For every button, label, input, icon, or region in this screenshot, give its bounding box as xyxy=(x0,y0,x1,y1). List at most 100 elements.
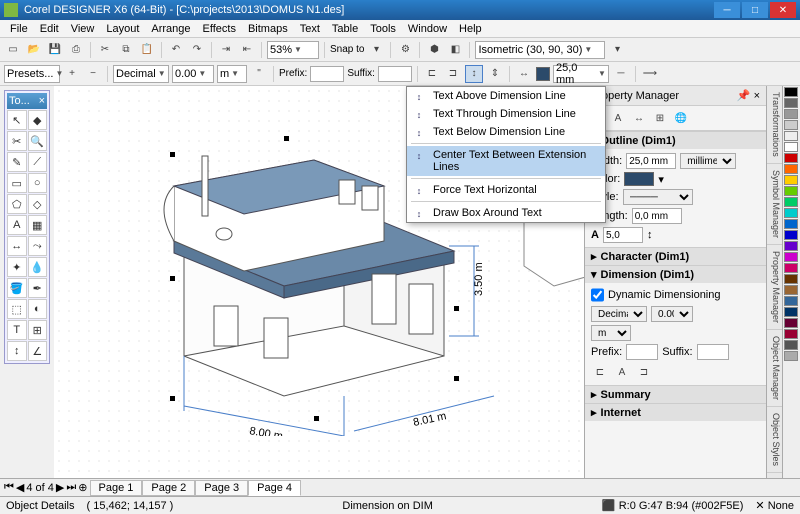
color-swatch[interactable] xyxy=(784,120,798,130)
redo-icon[interactable]: ↷ xyxy=(188,41,206,59)
options-icon[interactable]: ⚙ xyxy=(396,41,414,59)
summary-section-header[interactable]: ▸Summary xyxy=(585,386,766,403)
rp-pin-icon[interactable]: 📌 xyxy=(737,90,751,102)
color-swatch[interactable] xyxy=(784,318,798,328)
side-tab[interactable]: Transformations xyxy=(767,86,782,164)
outline-angle-input[interactable] xyxy=(603,227,643,243)
page-prev-icon[interactable]: ◀ xyxy=(16,481,24,494)
presets-combo[interactable]: Presets...▼ xyxy=(4,65,60,83)
ctx-item[interactable]: ↕Force Text Horizontal xyxy=(407,181,605,199)
color-swatch[interactable] xyxy=(784,296,798,306)
outline-width-input[interactable] xyxy=(626,153,676,169)
basic-tool[interactable]: ◇ xyxy=(28,194,48,214)
page-next-icon[interactable]: ▶ xyxy=(56,481,64,494)
snap-dropdown-icon[interactable]: ▾ xyxy=(367,41,385,59)
outline-style-select[interactable]: ──── xyxy=(623,189,693,205)
dynamic-dim-checkbox[interactable] xyxy=(591,287,604,303)
dim-value-combo[interactable]: 0.00▼ xyxy=(172,65,214,83)
side-tab[interactable]: Object Manager xyxy=(767,330,782,407)
page-tab[interactable]: Page 3 xyxy=(195,480,248,496)
projection-combo[interactable]: Isometric (30, 90, 30)▼ xyxy=(475,41,605,59)
new-icon[interactable]: ▭ xyxy=(4,41,22,59)
menu-layout[interactable]: Layout xyxy=(100,21,145,37)
prefix-input[interactable] xyxy=(310,66,344,82)
end-style-icon[interactable]: ⟶ xyxy=(641,65,659,83)
outline-color-swatch[interactable] xyxy=(536,67,550,81)
shape-tool[interactable]: ◆ xyxy=(28,110,48,130)
minimize-button[interactable]: ─ xyxy=(714,2,740,18)
cylinder-icon[interactable]: ⬢ xyxy=(425,41,443,59)
color-swatch[interactable] xyxy=(784,274,798,284)
dim-ext-icon[interactable]: ⇕ xyxy=(486,65,504,83)
line-style-icon[interactable]: ─ xyxy=(612,65,630,83)
color-swatch[interactable] xyxy=(784,285,798,295)
menu-view[interactable]: View xyxy=(65,21,101,37)
outline-length-input[interactable] xyxy=(632,208,682,224)
page-tab[interactable]: Page 4 xyxy=(248,480,301,496)
dim-opt1-icon[interactable]: ⊏ xyxy=(591,363,609,381)
projected-tool[interactable]: ⊞ xyxy=(28,320,48,340)
outline-width-combo[interactable]: 25,0 mm▼ xyxy=(553,65,609,83)
page-last-icon[interactable]: ⏭ xyxy=(66,481,76,494)
dim-pos1-icon[interactable]: ⊏ xyxy=(423,65,441,83)
ctx-item[interactable]: ↕Text Above Dimension Line xyxy=(407,87,605,105)
projection-config-icon[interactable]: ▾ xyxy=(608,41,626,59)
undo-icon[interactable]: ↶ xyxy=(167,41,185,59)
dim-quote-icon[interactable]: " xyxy=(250,65,268,83)
outline-color-picker[interactable] xyxy=(624,172,654,186)
dim-prec-select[interactable]: 0.00 xyxy=(651,306,693,322)
color-swatch[interactable] xyxy=(784,164,798,174)
dim-style-select[interactable]: Decimal xyxy=(591,306,647,322)
menu-window[interactable]: Window xyxy=(402,21,453,37)
dimension-section-header[interactable]: ▾Dimension (Dim1) xyxy=(585,266,766,283)
fill-tool[interactable]: 🪣 xyxy=(7,278,27,298)
text-tool[interactable]: A xyxy=(7,215,27,235)
color-swatch[interactable] xyxy=(784,98,798,108)
menu-bitmaps[interactable]: Bitmaps xyxy=(242,21,294,37)
open-icon[interactable]: 📂 xyxy=(25,41,43,59)
save-icon[interactable]: 💾 xyxy=(46,41,64,59)
color-swatch[interactable] xyxy=(784,186,798,196)
color-swatch[interactable] xyxy=(784,131,798,141)
smart-tool[interactable]: ⟋ xyxy=(28,152,48,172)
crop-tool[interactable]: ✂ xyxy=(7,131,27,151)
preset-del-icon[interactable]: − xyxy=(84,65,102,83)
copy-icon[interactable]: ⧉ xyxy=(117,41,135,59)
color-swatch[interactable] xyxy=(784,208,798,218)
menu-edit[interactable]: Edit xyxy=(34,21,65,37)
color-swatch[interactable] xyxy=(784,175,798,185)
cut-icon[interactable]: ✂ xyxy=(96,41,114,59)
color-swatch[interactable] xyxy=(784,153,798,163)
table-tool[interactable]: ▦ xyxy=(28,215,48,235)
rp-tab4-icon[interactable]: ⊞ xyxy=(651,109,669,127)
color-swatch[interactable] xyxy=(784,197,798,207)
eyedrop-tool[interactable]: 💧 xyxy=(28,257,48,277)
rp-tab3-icon[interactable]: ↔ xyxy=(630,109,648,127)
menu-file[interactable]: File xyxy=(4,21,34,37)
dim-prefix-input[interactable] xyxy=(626,344,658,360)
arrowhead-icon[interactable]: ↔ xyxy=(515,65,533,83)
menu-text[interactable]: Text xyxy=(294,21,326,37)
polygon-tool[interactable]: ⬠ xyxy=(7,194,27,214)
ctx-item[interactable]: ↕Center Text Between Extension Lines xyxy=(407,146,605,176)
dim-opt3-icon[interactable]: ⊐ xyxy=(635,363,653,381)
dim-unit-combo[interactable]: m▼ xyxy=(217,65,247,83)
color-swatch[interactable] xyxy=(784,307,798,317)
page-add-icon[interactable]: ⊕ xyxy=(78,481,87,494)
side-tab[interactable]: Property Manager xyxy=(767,245,782,330)
dim-unit-select[interactable]: m xyxy=(591,325,631,341)
callout-tool[interactable]: T xyxy=(7,320,27,340)
color-swatch[interactable] xyxy=(784,142,798,152)
ctx-item[interactable]: ↕Draw Box Around Text xyxy=(407,204,605,222)
toolbox-close-icon[interactable]: × xyxy=(39,95,45,107)
import-icon[interactable]: ⇥ xyxy=(217,41,235,59)
page-first-icon[interactable]: ⏮ xyxy=(4,481,14,494)
color-swatch[interactable] xyxy=(784,340,798,350)
menu-help[interactable]: Help xyxy=(453,21,488,37)
color-swatch[interactable] xyxy=(784,252,798,262)
rp-close-icon[interactable]: × xyxy=(754,90,760,102)
dim-pos2-icon[interactable]: ⊐ xyxy=(444,65,462,83)
transparency-tool[interactable]: ◐ xyxy=(28,299,48,319)
dim-suffix-input[interactable] xyxy=(697,344,729,360)
effects-tool[interactable]: ✦ xyxy=(7,257,27,277)
